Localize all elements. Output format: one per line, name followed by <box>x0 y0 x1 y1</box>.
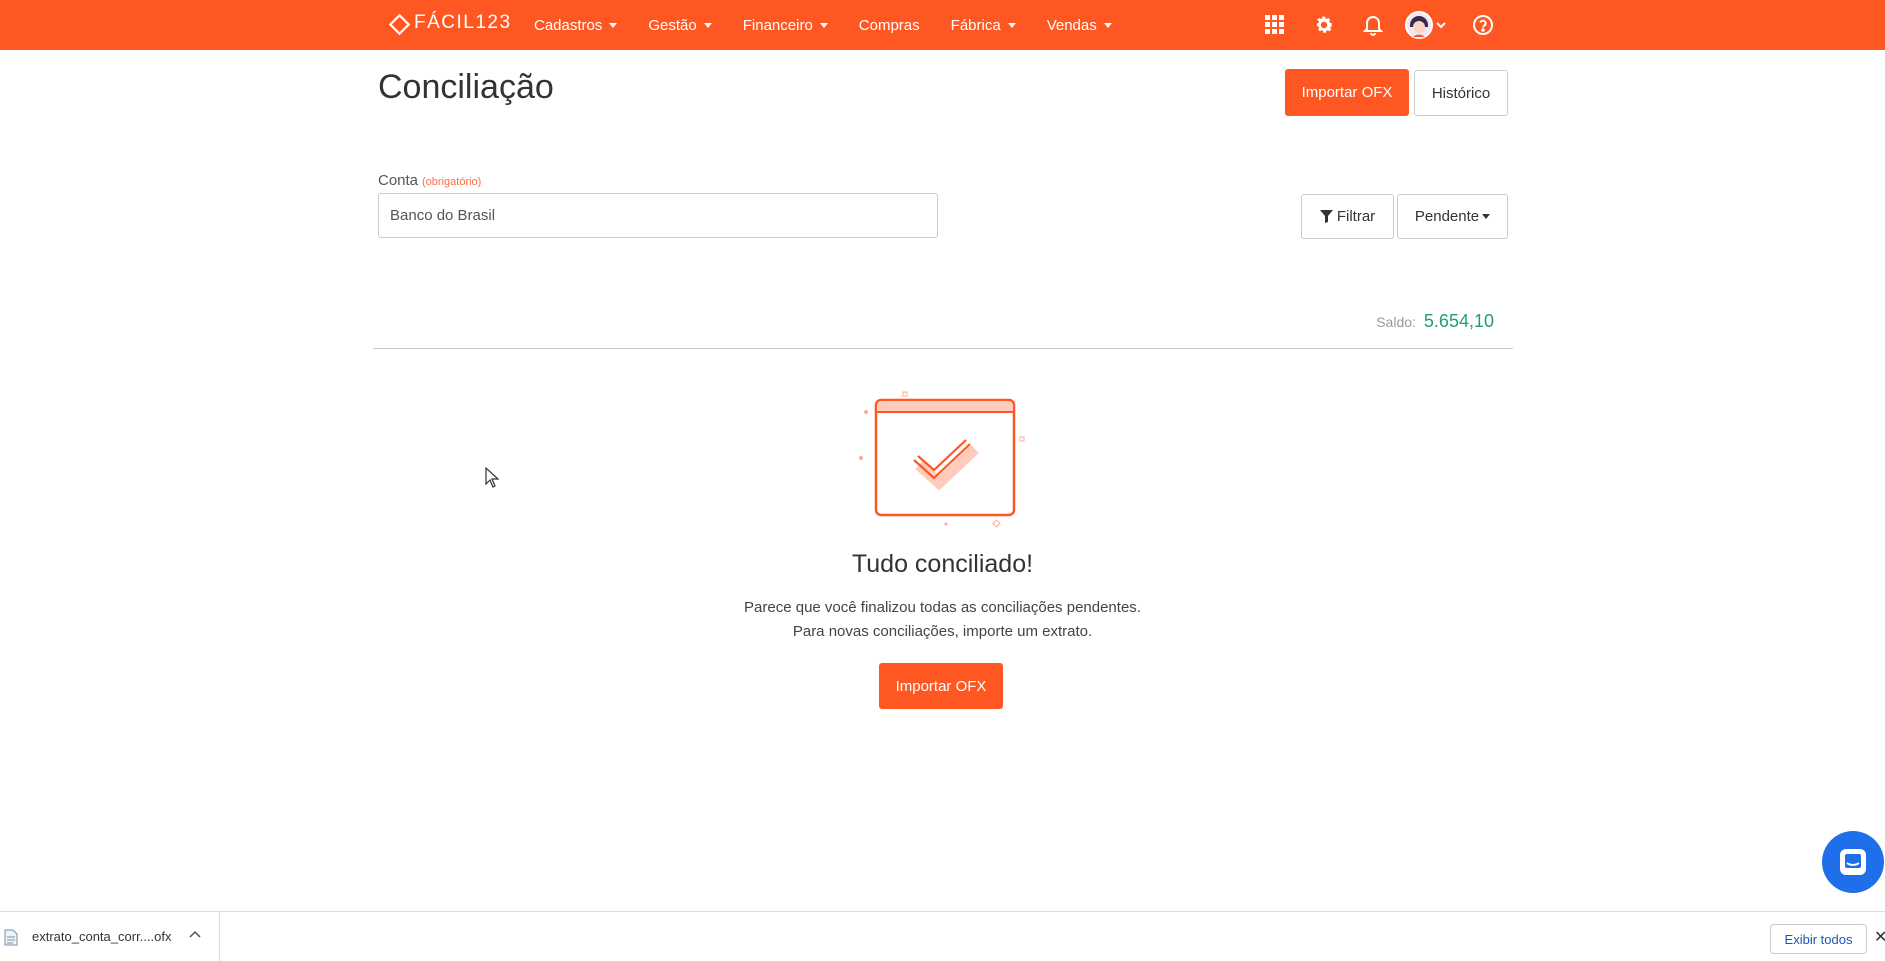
caret-down-icon <box>819 22 828 28</box>
status-label: Pendente <box>1414 208 1480 225</box>
download-item[interactable]: extrato_conta_corr....ofx <box>0 912 220 961</box>
file-icon <box>4 929 18 946</box>
account-label: Conta (obrigatório) <box>378 172 481 189</box>
chevron-up-icon[interactable] <box>188 927 202 941</box>
help-icon[interactable] <box>1471 13 1495 37</box>
mouse-cursor-icon <box>485 467 499 488</box>
history-button[interactable]: Histórico <box>1414 70 1508 116</box>
user-menu[interactable] <box>1405 11 1449 39</box>
filter-icon <box>1319 210 1333 223</box>
all-reconciled-illustration-icon <box>859 391 1025 528</box>
nav-item-cadastros[interactable]: Cadastros <box>534 16 618 34</box>
chat-icon <box>1840 849 1866 875</box>
page-title: Conciliação <box>378 68 554 106</box>
bell-icon[interactable] <box>1361 13 1385 37</box>
account-select[interactable]: Banco do Brasil <box>378 193 938 238</box>
show-all-downloads-button[interactable]: Exibir todos <box>1770 924 1867 954</box>
nav-label: Cadastros <box>534 16 603 34</box>
nav-item-vendas[interactable]: Vendas <box>1047 17 1112 34</box>
download-file-name: extrato_conta_corr....ofx <box>32 929 172 944</box>
balance-label: Saldo: <box>1376 314 1416 330</box>
status-dropdown[interactable]: Pendente <box>1397 194 1508 239</box>
app-logo[interactable]: FÁCIL123 <box>388 12 512 36</box>
close-download-bar-icon[interactable]: ✕ <box>1874 927 1885 947</box>
empty-state-line-2: Para novas conciliações, importe um extr… <box>792 623 1093 640</box>
empty-state-title: Tudo conciliado! <box>851 550 1034 578</box>
nav-item-fabrica[interactable]: Fábrica <box>951 17 1016 34</box>
caret-down-icon <box>1482 214 1491 219</box>
empty-state-line-1: Parece que você finalizou todas as conci… <box>744 599 1141 616</box>
top-navbar: FÁCIL123 Cadastros Gestão Financeiro Com… <box>0 0 1885 50</box>
nav-label: Gestão <box>648 16 697 34</box>
caret-down-icon <box>703 22 712 28</box>
nav-item-compras[interactable]: Compras <box>859 17 920 34</box>
logo-diamond-icon <box>388 13 411 36</box>
caret-down-icon <box>1103 22 1112 28</box>
import-ofx-button[interactable]: Importar OFX <box>1285 69 1409 116</box>
nav-label: Compras <box>858 16 920 34</box>
nav-item-financeiro[interactable]: Financeiro <box>743 17 828 34</box>
nav-label: Fábrica <box>950 16 1001 34</box>
account-label-text: Conta <box>378 172 419 189</box>
divider <box>373 348 1513 349</box>
nav-item-gestao[interactable]: Gestão <box>648 16 712 34</box>
filter-label: Filtrar <box>1336 208 1376 225</box>
chat-launcher-button[interactable] <box>1822 831 1884 893</box>
caret-down-icon <box>1007 22 1016 28</box>
empty-state-import-ofx-button[interactable]: Importar OFX <box>879 663 1003 709</box>
main-nav: Cadastros Gestão Financeiro Compras Fábr… <box>534 0 1143 50</box>
nav-label: Financeiro <box>742 16 813 34</box>
download-bar: extrato_conta_corr....ofx Exibir todos ✕ <box>0 911 1885 961</box>
balance-value: 5.654,10 <box>1423 311 1494 331</box>
nav-label: Vendas <box>1046 16 1097 34</box>
gear-icon[interactable] <box>1312 13 1336 37</box>
balance: Saldo: 5.654,10 <box>1376 311 1494 332</box>
required-hint: (obrigatório) <box>422 176 482 188</box>
apps-grid-icon[interactable] <box>1263 13 1287 37</box>
filter-button[interactable]: Filtrar <box>1301 194 1394 239</box>
caret-down-icon <box>609 22 618 28</box>
logo-text: FÁCIL123 <box>414 12 512 33</box>
